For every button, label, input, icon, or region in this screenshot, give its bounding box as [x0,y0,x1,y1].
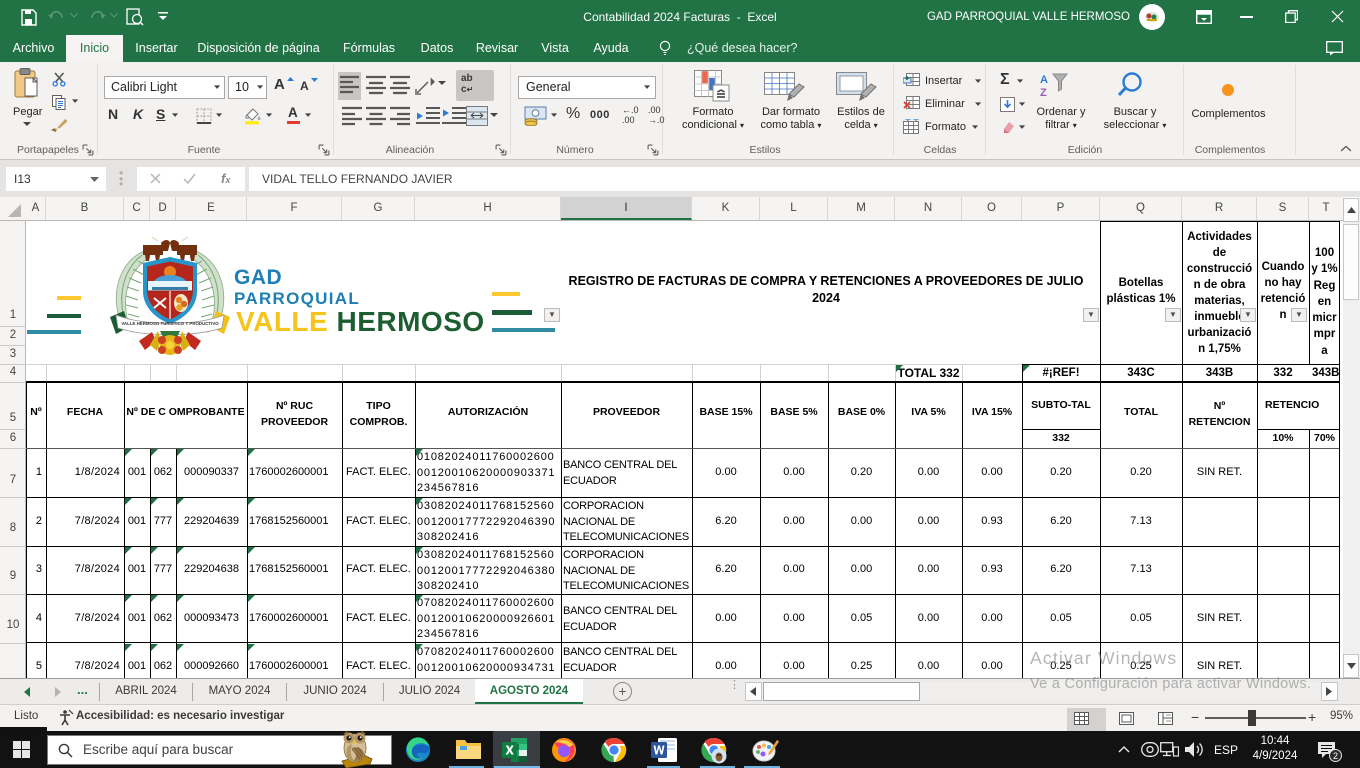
svg-text:Z: Z [1040,87,1047,99]
svg-text:A: A [1040,74,1048,86]
svg-text:VALLE HERMOSO TURISTICO Y PROD: VALLE HERMOSO TURISTICO Y PRODUCTIVO [121,321,219,326]
